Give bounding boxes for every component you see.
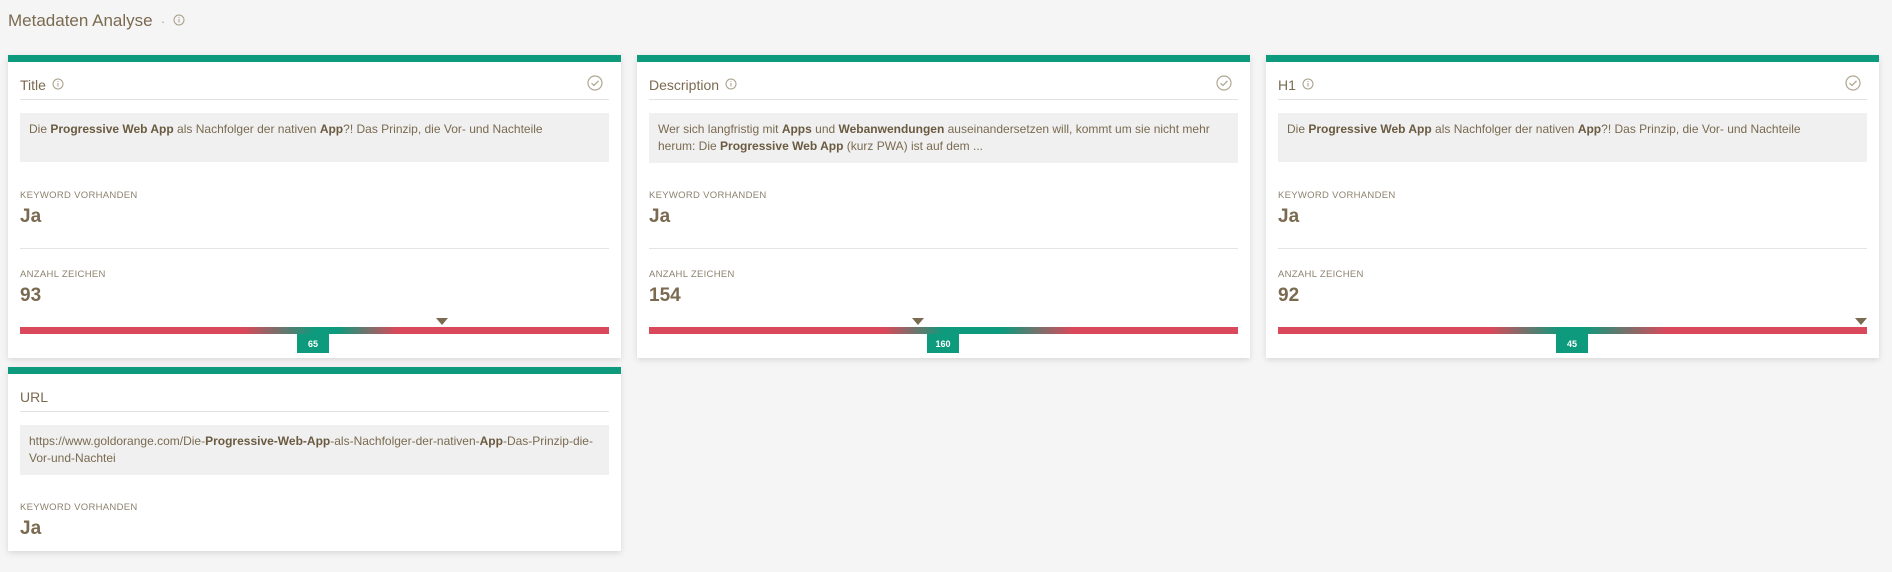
- title-snippet: Die Progressive Web App als Nachfolger d…: [20, 113, 609, 162]
- title-card: Title Die Progressive Web App als Nachfo…: [8, 55, 621, 358]
- keyword-highlight: App: [479, 434, 503, 448]
- ideal-length-badge: 45: [1556, 334, 1588, 353]
- snippet-text: Die: [29, 122, 51, 136]
- divider: [1278, 248, 1867, 249]
- keyword-highlight: Progressive-Web-App: [205, 434, 331, 448]
- current-length-marker: [436, 318, 448, 325]
- current-length-marker: [912, 318, 924, 325]
- keyword-highlight: Apps: [781, 122, 812, 136]
- char-count-label: ANZAHL ZEICHEN: [1278, 269, 1364, 280]
- card-header: H1: [1278, 70, 1867, 100]
- keyword-label: KEYWORD VORHANDEN: [20, 190, 138, 201]
- card-header: Description: [649, 70, 1238, 100]
- card-header: Title: [20, 70, 609, 100]
- length-bar: [649, 327, 1238, 334]
- h1-snippet: Die Progressive Web App als Nachfolger d…: [1278, 113, 1867, 162]
- keyword-highlight: Progressive Web App: [1308, 122, 1432, 136]
- snippet-text: als Nachfolger der nativen: [173, 122, 320, 136]
- h1-card: H1 Die Progressive Web App als Nachfolge…: [1266, 55, 1879, 358]
- char-count-label: ANZAHL ZEICHEN: [649, 269, 735, 280]
- card-heading: URL: [20, 388, 49, 405]
- divider: [649, 248, 1238, 249]
- info-icon[interactable]: [1302, 77, 1314, 93]
- description-snippet: Wer sich langfristig mit Apps und Webanw…: [649, 113, 1238, 163]
- keyword-label: KEYWORD VORHANDEN: [649, 190, 767, 201]
- info-icon[interactable]: [725, 77, 737, 93]
- char-count-value: 154: [649, 285, 681, 306]
- keyword-label: KEYWORD VORHANDEN: [20, 502, 138, 513]
- snippet-text: als Nachfolger der nativen: [1431, 122, 1578, 136]
- current-length-marker: [1855, 318, 1867, 325]
- length-bar: [1278, 327, 1867, 334]
- char-count-value: 93: [20, 285, 42, 306]
- char-count-label: ANZAHL ZEICHEN: [20, 269, 106, 280]
- snippet-text: (kurz PWA) ist auf dem ...: [843, 139, 983, 153]
- keyword-highlight: Webanwendungen: [838, 122, 945, 136]
- keyword-highlight: App: [1577, 122, 1602, 136]
- description-card: Description Wer sich langfristig mit App…: [637, 55, 1250, 358]
- snippet-text: und: [811, 122, 839, 136]
- keyword-highlight: Progressive Web App: [720, 139, 844, 153]
- card-heading: Title: [20, 76, 46, 93]
- snippet-text: Wer sich langfristig mit: [658, 122, 782, 136]
- card-header: URL: [20, 382, 609, 412]
- snippet-text: ?! Das Prinzip, die Vor- und Nachteile: [1601, 122, 1801, 136]
- keyword-highlight: Progressive Web App: [50, 122, 174, 136]
- divider: [20, 248, 609, 249]
- keyword-value: Ja: [20, 518, 42, 539]
- url-snippet: https://www.goldorange.com/Die-Progressi…: [20, 425, 609, 475]
- snippet-text: ?! Das Prinzip, die Vor- und Nachteile: [343, 122, 543, 136]
- card-heading: Description: [649, 76, 720, 93]
- keyword-label: KEYWORD VORHANDEN: [1278, 190, 1396, 201]
- keyword-value: Ja: [20, 206, 42, 227]
- ideal-length-badge: 65: [297, 334, 329, 353]
- title-separator: ·: [160, 13, 166, 29]
- page-title: Metadaten Analyse: [8, 11, 153, 30]
- info-icon[interactable]: [173, 11, 185, 31]
- check-circle-icon: [1845, 75, 1861, 94]
- keyword-value: Ja: [649, 206, 671, 227]
- snippet-text: Die: [1287, 122, 1309, 136]
- page-title-row: Metadaten Analyse ·: [8, 11, 185, 31]
- keyword-value: Ja: [1278, 206, 1300, 227]
- url-card: URL https://www.goldorange.com/Die-Progr…: [8, 367, 621, 551]
- snippet-text: -als-Nachfolger-der-nativen-: [330, 434, 480, 448]
- snippet-text: https://www.goldorange.com/Die-: [29, 434, 206, 448]
- keyword-highlight: App: [319, 122, 344, 136]
- char-count-value: 92: [1278, 285, 1300, 306]
- check-circle-icon: [587, 75, 603, 94]
- length-bar: [20, 327, 609, 334]
- check-circle-icon: [1216, 75, 1232, 94]
- ideal-length-badge: 160: [927, 334, 959, 353]
- info-icon[interactable]: [52, 77, 64, 93]
- card-heading: H1: [1278, 76, 1296, 93]
